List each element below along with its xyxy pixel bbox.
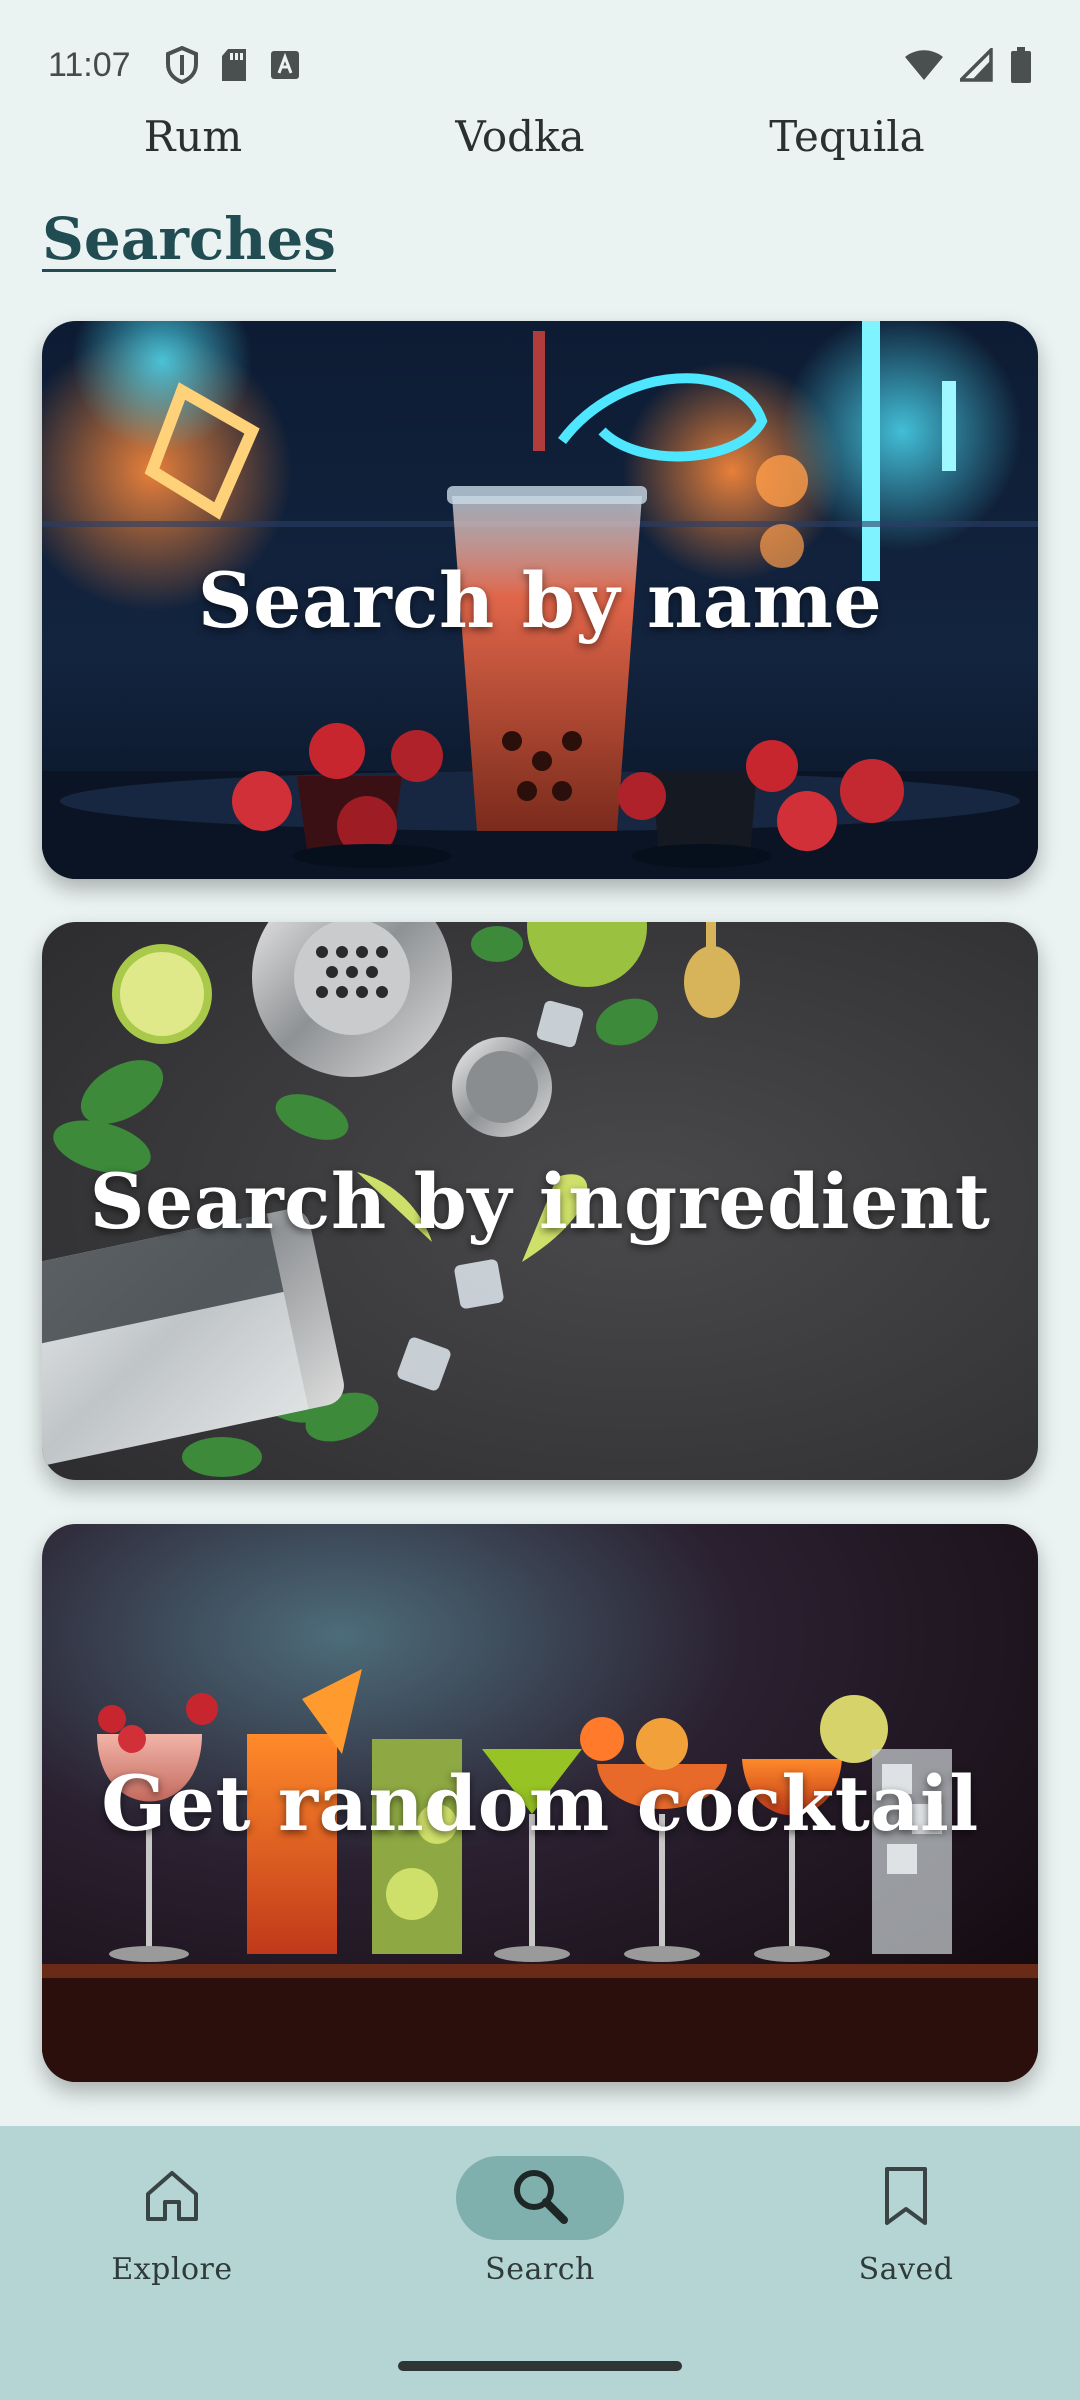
battery-icon bbox=[1010, 46, 1032, 84]
status-bar: 11:07 bbox=[0, 0, 1080, 130]
search-by-ingredient-label: Search by ingredient bbox=[89, 1156, 991, 1246]
cell-signal-icon bbox=[960, 48, 994, 82]
sd-card-icon bbox=[219, 47, 249, 83]
nav-search[interactable]: Search bbox=[410, 2156, 670, 2306]
status-left: 11:07 bbox=[48, 46, 301, 85]
status-time: 11:07 bbox=[48, 45, 131, 84]
search-by-name-card[interactable]: Search by name bbox=[42, 321, 1038, 879]
nav-saved[interactable]: Saved bbox=[776, 2156, 1036, 2306]
get-random-cocktail-card[interactable]: Get random cocktail bbox=[42, 1524, 1038, 2082]
nav-explore-label: Explore bbox=[111, 2252, 233, 2287]
nav-saved-pill bbox=[822, 2156, 990, 2240]
search-by-ingredient-card[interactable]: Search by ingredient bbox=[42, 922, 1038, 1480]
search-by-name-label: Search by name bbox=[197, 555, 883, 645]
wifi-icon bbox=[904, 48, 944, 82]
nav-explore-pill bbox=[88, 2156, 256, 2240]
home-icon bbox=[143, 2168, 201, 2228]
bottom-navigation: Explore Search Saved bbox=[0, 2126, 1080, 2400]
nav-saved-label: Saved bbox=[858, 2252, 954, 2287]
category-row: Rum Vodka Tequila bbox=[0, 112, 1080, 192]
search-icon bbox=[508, 2164, 572, 2232]
font-download-icon bbox=[269, 49, 301, 81]
section-title: Searches bbox=[42, 205, 336, 273]
shield-icon bbox=[165, 46, 199, 84]
category-vodka[interactable]: Vodka bbox=[355, 112, 685, 161]
get-random-cocktail-label: Get random cocktail bbox=[101, 1758, 979, 1848]
nav-search-label: Search bbox=[485, 2252, 595, 2287]
status-right bbox=[904, 46, 1032, 84]
nav-search-pill bbox=[456, 2156, 624, 2240]
category-rum[interactable]: Rum bbox=[28, 112, 358, 161]
home-indicator bbox=[398, 2361, 682, 2371]
search-screen: 11:07 Rum Vodka Tequila Searches Search … bbox=[0, 0, 1080, 2400]
nav-explore[interactable]: Explore bbox=[42, 2156, 302, 2306]
bookmark-icon bbox=[883, 2165, 929, 2231]
category-tequila[interactable]: Tequila bbox=[682, 112, 1012, 161]
